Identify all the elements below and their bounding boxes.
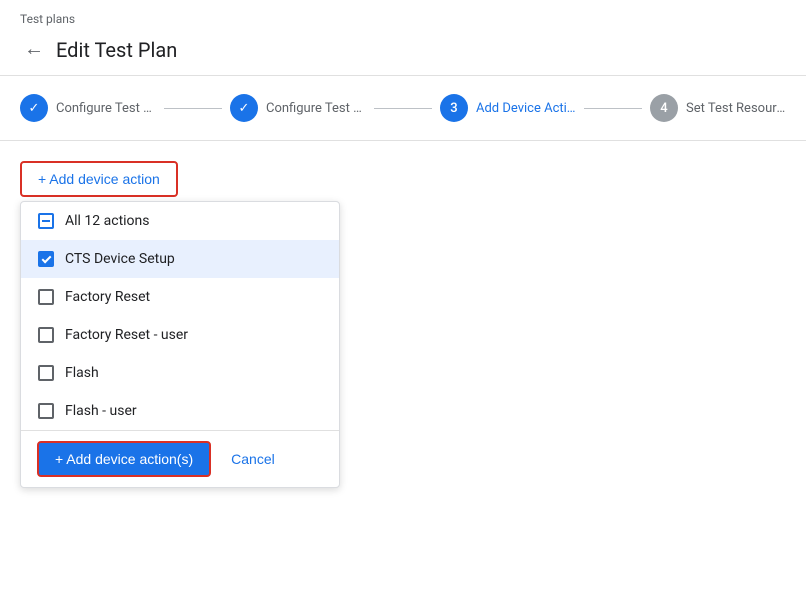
checkbox-factory-reset <box>37 288 55 306</box>
unchecked-icon <box>38 289 54 305</box>
item-label-flash: Flash <box>65 365 99 381</box>
main-content: + Add device action All 12 actions <box>0 141 806 596</box>
connector-2 <box>374 108 432 109</box>
list-item-flash-user[interactable]: Flash - user <box>21 392 339 430</box>
connector-3 <box>584 108 642 109</box>
list-item-all[interactable]: All 12 actions <box>21 202 339 240</box>
list-item-factory-reset-user[interactable]: Factory Reset - user <box>21 316 339 354</box>
step-3-label: Add Device Actio... <box>476 101 576 116</box>
checked-icon <box>38 251 54 267</box>
list-item-cts[interactable]: CTS Device Setup <box>21 240 339 278</box>
step-4: 4 Set Test Resourc... <box>650 94 786 122</box>
step-1-label: Configure Test Pl... <box>56 101 156 116</box>
step-1: ✓ Configure Test Pl... <box>20 94 156 122</box>
step-3: 3 Add Device Actio... <box>440 94 576 122</box>
page-container: Test plans ← Edit Test Plan ✓ Configure … <box>0 0 806 596</box>
checkbox-all <box>37 212 55 230</box>
checkmark-icon <box>41 253 51 263</box>
unchecked-icon-4 <box>38 403 54 419</box>
item-label-flash-user: Flash - user <box>65 403 137 419</box>
indeterminate-icon <box>38 213 54 229</box>
add-actions-button[interactable]: + Add device action(s) <box>37 441 211 477</box>
cancel-button[interactable]: Cancel <box>223 443 283 475</box>
add-device-action-button[interactable]: + Add device action <box>20 161 178 197</box>
step-1-circle: ✓ <box>20 94 48 122</box>
connector-1 <box>164 108 222 109</box>
unchecked-icon-3 <box>38 365 54 381</box>
step-2-circle: ✓ <box>230 94 258 122</box>
step-2-label: Configure Test Ru... <box>266 101 366 116</box>
item-label-factory-reset: Factory Reset <box>65 289 150 305</box>
top-bar: Test plans ← Edit Test Plan <box>0 0 806 76</box>
dropdown-list: All 12 actions CTS Device Setup <box>21 202 339 430</box>
list-item-factory-reset[interactable]: Factory Reset <box>21 278 339 316</box>
item-label-cts: CTS Device Setup <box>65 251 175 267</box>
list-item-flash[interactable]: Flash <box>21 354 339 392</box>
checkbox-cts <box>37 250 55 268</box>
checkbox-flash-user <box>37 402 55 420</box>
page-title: Edit Test Plan <box>56 38 177 62</box>
step-3-circle: 3 <box>440 94 468 122</box>
breadcrumb: Test plans <box>20 12 786 26</box>
step-2: ✓ Configure Test Ru... <box>230 94 366 122</box>
checkbox-flash <box>37 364 55 382</box>
step-4-circle: 4 <box>650 94 678 122</box>
checkbox-factory-reset-user <box>37 326 55 344</box>
dropdown-footer: + Add device action(s) Cancel <box>21 430 339 487</box>
item-label-all: All 12 actions <box>65 213 150 229</box>
unchecked-icon-2 <box>38 327 54 343</box>
item-label-factory-reset-user: Factory Reset - user <box>65 327 188 343</box>
step-4-label: Set Test Resourc... <box>686 101 786 116</box>
page-header: ← Edit Test Plan <box>20 30 786 69</box>
dropdown-panel: All 12 actions CTS Device Setup <box>20 201 340 488</box>
back-button[interactable]: ← <box>20 34 48 65</box>
stepper-bar: ✓ Configure Test Pl... ✓ Configure Test … <box>0 76 806 141</box>
